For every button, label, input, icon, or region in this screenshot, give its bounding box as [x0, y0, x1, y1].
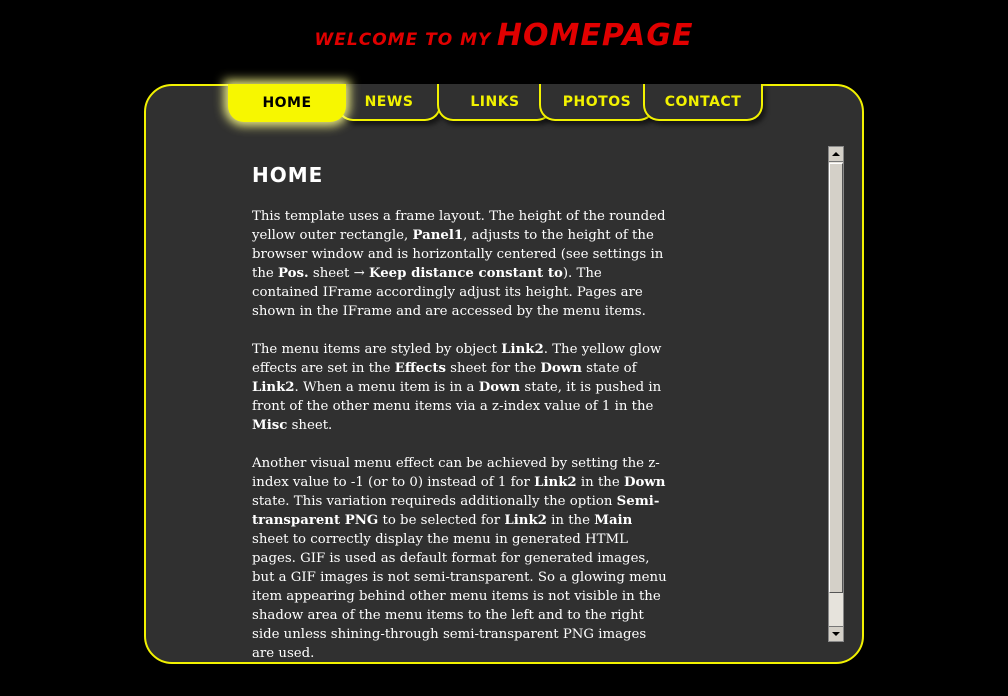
bold-term: Link2 — [504, 513, 547, 528]
scroll-up-arrow-icon — [832, 152, 840, 156]
nav-tab-news-label: NEWS — [364, 93, 414, 110]
vertical-scrollbar[interactable] — [828, 146, 844, 642]
bold-term: Link2 — [501, 342, 544, 357]
scroll-up-button[interactable] — [829, 147, 843, 162]
bold-term: Pos. — [278, 266, 309, 281]
text-run: in the — [576, 475, 624, 490]
content-frame: HOME This template uses a frame layout. … — [252, 163, 672, 682]
text-run: state. This variation requireds addition… — [252, 494, 617, 509]
page-heading: HOME — [252, 163, 324, 187]
scroll-down-arrow-icon — [832, 632, 840, 636]
bold-term: Effects — [394, 361, 446, 376]
bold-term: Keep distance constant to — [368, 266, 563, 281]
bold-term: Down — [540, 361, 582, 376]
text-run: . When a menu item is in a — [294, 380, 479, 395]
nav-tab-news[interactable]: NEWS — [337, 84, 441, 121]
text-run: state of — [581, 361, 637, 376]
nav-tab-links-label: LINKS — [470, 93, 520, 110]
bold-term: Link2 — [252, 380, 295, 395]
content-body: This template uses a frame layout. The h… — [252, 207, 672, 663]
nav-tab-links[interactable]: LINKS — [437, 84, 553, 121]
bold-term: Misc — [252, 418, 288, 433]
text-run: sheet to correctly display the menu in g… — [252, 532, 667, 661]
text-run: sheet. — [287, 418, 333, 433]
nav-tab-home[interactable]: HOME — [228, 84, 346, 122]
nav-tab-home-label: HOME — [262, 95, 312, 111]
scroll-thumb[interactable] — [829, 163, 843, 593]
content-paragraph: This template uses a frame layout. The h… — [252, 207, 672, 321]
nav-tab-photos[interactable]: PHOTOS — [539, 84, 655, 121]
nav-tab-contact[interactable]: CONTACT — [643, 84, 763, 121]
text-run: sheet for the — [445, 361, 541, 376]
content-paragraph: The menu items are styled by object Link… — [252, 340, 672, 435]
text-run: in the — [546, 513, 595, 528]
bold-term: Link2 — [534, 475, 577, 490]
site-title-welcome: WELCOME TO MY — [314, 30, 492, 50]
text-run: to be selected for — [378, 513, 505, 528]
bold-term: Main — [594, 513, 633, 528]
text-run: The menu items are styled by object — [252, 342, 502, 357]
site-title: WELCOME TO MY HOMEPAGE — [0, 18, 1008, 53]
bold-term: Down — [478, 380, 521, 395]
scroll-down-button[interactable] — [829, 626, 843, 641]
text-run: sheet → — [308, 266, 369, 281]
bold-term: Down — [623, 475, 666, 490]
content-paragraph: Another visual menu effect can be achiev… — [252, 454, 672, 663]
bold-term: Panel1 — [412, 228, 464, 243]
nav-tab-photos-label: PHOTOS — [562, 93, 632, 110]
nav-tab-contact-label: CONTACT — [664, 93, 742, 110]
site-title-homepage: HOMEPAGE — [496, 18, 694, 53]
